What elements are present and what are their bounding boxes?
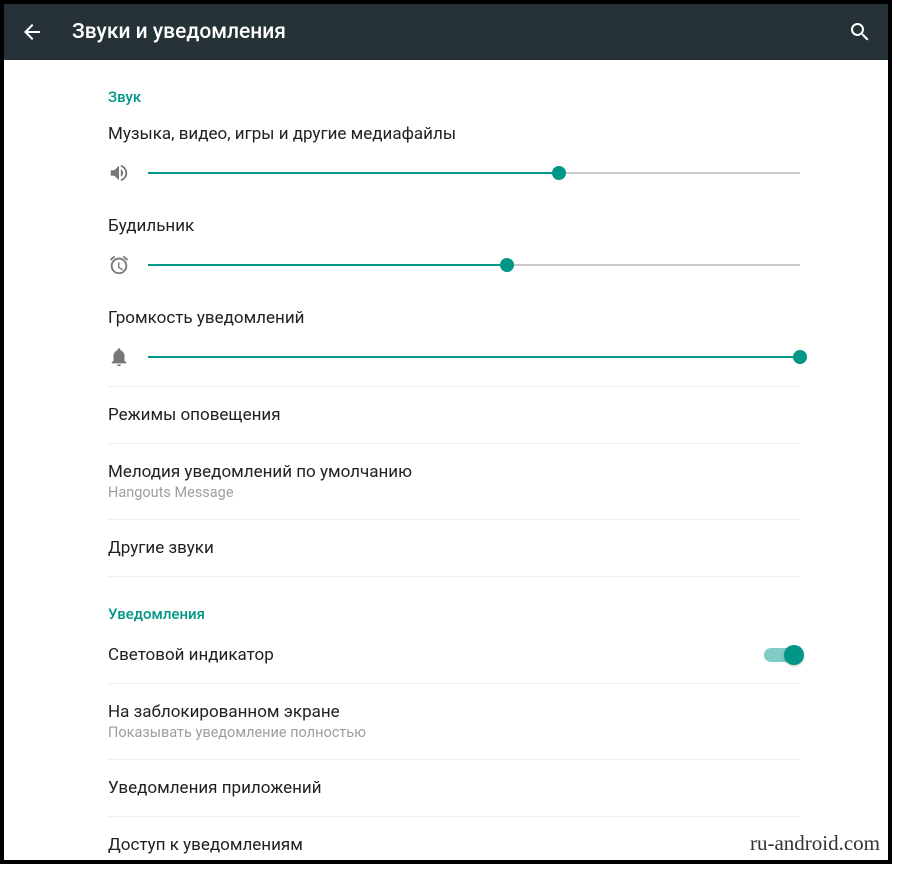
back-arrow-icon[interactable] xyxy=(20,20,44,44)
media-volume-slider[interactable] xyxy=(148,163,800,183)
search-icon[interactable] xyxy=(848,20,872,44)
lock-screen-item[interactable]: На заблокированном экране Показывать уве… xyxy=(108,683,800,759)
notification-volume-row: Громкость уведомлений xyxy=(108,294,800,386)
app-notifications-label: Уведомления приложений xyxy=(108,778,800,798)
notification-access-label: Доступ к уведомлениям xyxy=(108,835,800,855)
notification-volume-label: Громкость уведомлений xyxy=(108,308,800,328)
section-heading-notifications: Уведомления xyxy=(108,577,800,627)
alert-modes-label: Режимы оповещения xyxy=(108,405,800,425)
lock-screen-label: На заблокированном экране xyxy=(108,702,800,722)
alarm-volume-label: Будильник xyxy=(108,216,800,236)
notification-volume-slider[interactable] xyxy=(148,347,800,367)
bell-icon xyxy=(108,346,130,368)
notification-access-item[interactable]: Доступ к уведомлениям xyxy=(108,816,800,864)
default-ringtone-item[interactable]: Мелодия уведомлений по умолчанию Hangout… xyxy=(108,443,800,519)
settings-window: Звуки и уведомления Звук Музыка, видео, … xyxy=(0,0,892,864)
alarm-volume-slider[interactable] xyxy=(148,255,800,275)
default-ringtone-sub: Hangouts Message xyxy=(108,484,800,501)
media-volume-label: Музыка, видео, игры и другие медиафайлы xyxy=(108,124,800,144)
other-sounds-label: Другие звуки xyxy=(108,538,800,558)
page-title: Звуки и уведомления xyxy=(72,20,848,44)
lock-screen-sub: Показывать уведомление полностью xyxy=(108,724,800,741)
alarm-icon xyxy=(108,254,130,276)
led-indicator-item[interactable]: Световой индикатор xyxy=(108,627,800,683)
alarm-volume-row: Будильник xyxy=(108,202,800,294)
content-area: Звук Музыка, видео, игры и другие медиаф… xyxy=(4,60,888,864)
volume-icon xyxy=(108,162,130,184)
watermark: ru-android.com xyxy=(750,831,880,856)
appbar: Звуки и уведомления xyxy=(4,4,888,60)
default-ringtone-label: Мелодия уведомлений по умолчанию xyxy=(108,462,800,482)
section-heading-sound: Звук xyxy=(108,60,800,110)
app-notifications-item[interactable]: Уведомления приложений xyxy=(108,759,800,816)
media-volume-row: Музыка, видео, игры и другие медиафайлы xyxy=(108,110,800,202)
other-sounds-item[interactable]: Другие звуки xyxy=(108,519,800,576)
led-indicator-label: Световой индикатор xyxy=(108,645,764,665)
led-indicator-toggle[interactable] xyxy=(764,645,800,665)
alert-modes-item[interactable]: Режимы оповещения xyxy=(108,386,800,443)
